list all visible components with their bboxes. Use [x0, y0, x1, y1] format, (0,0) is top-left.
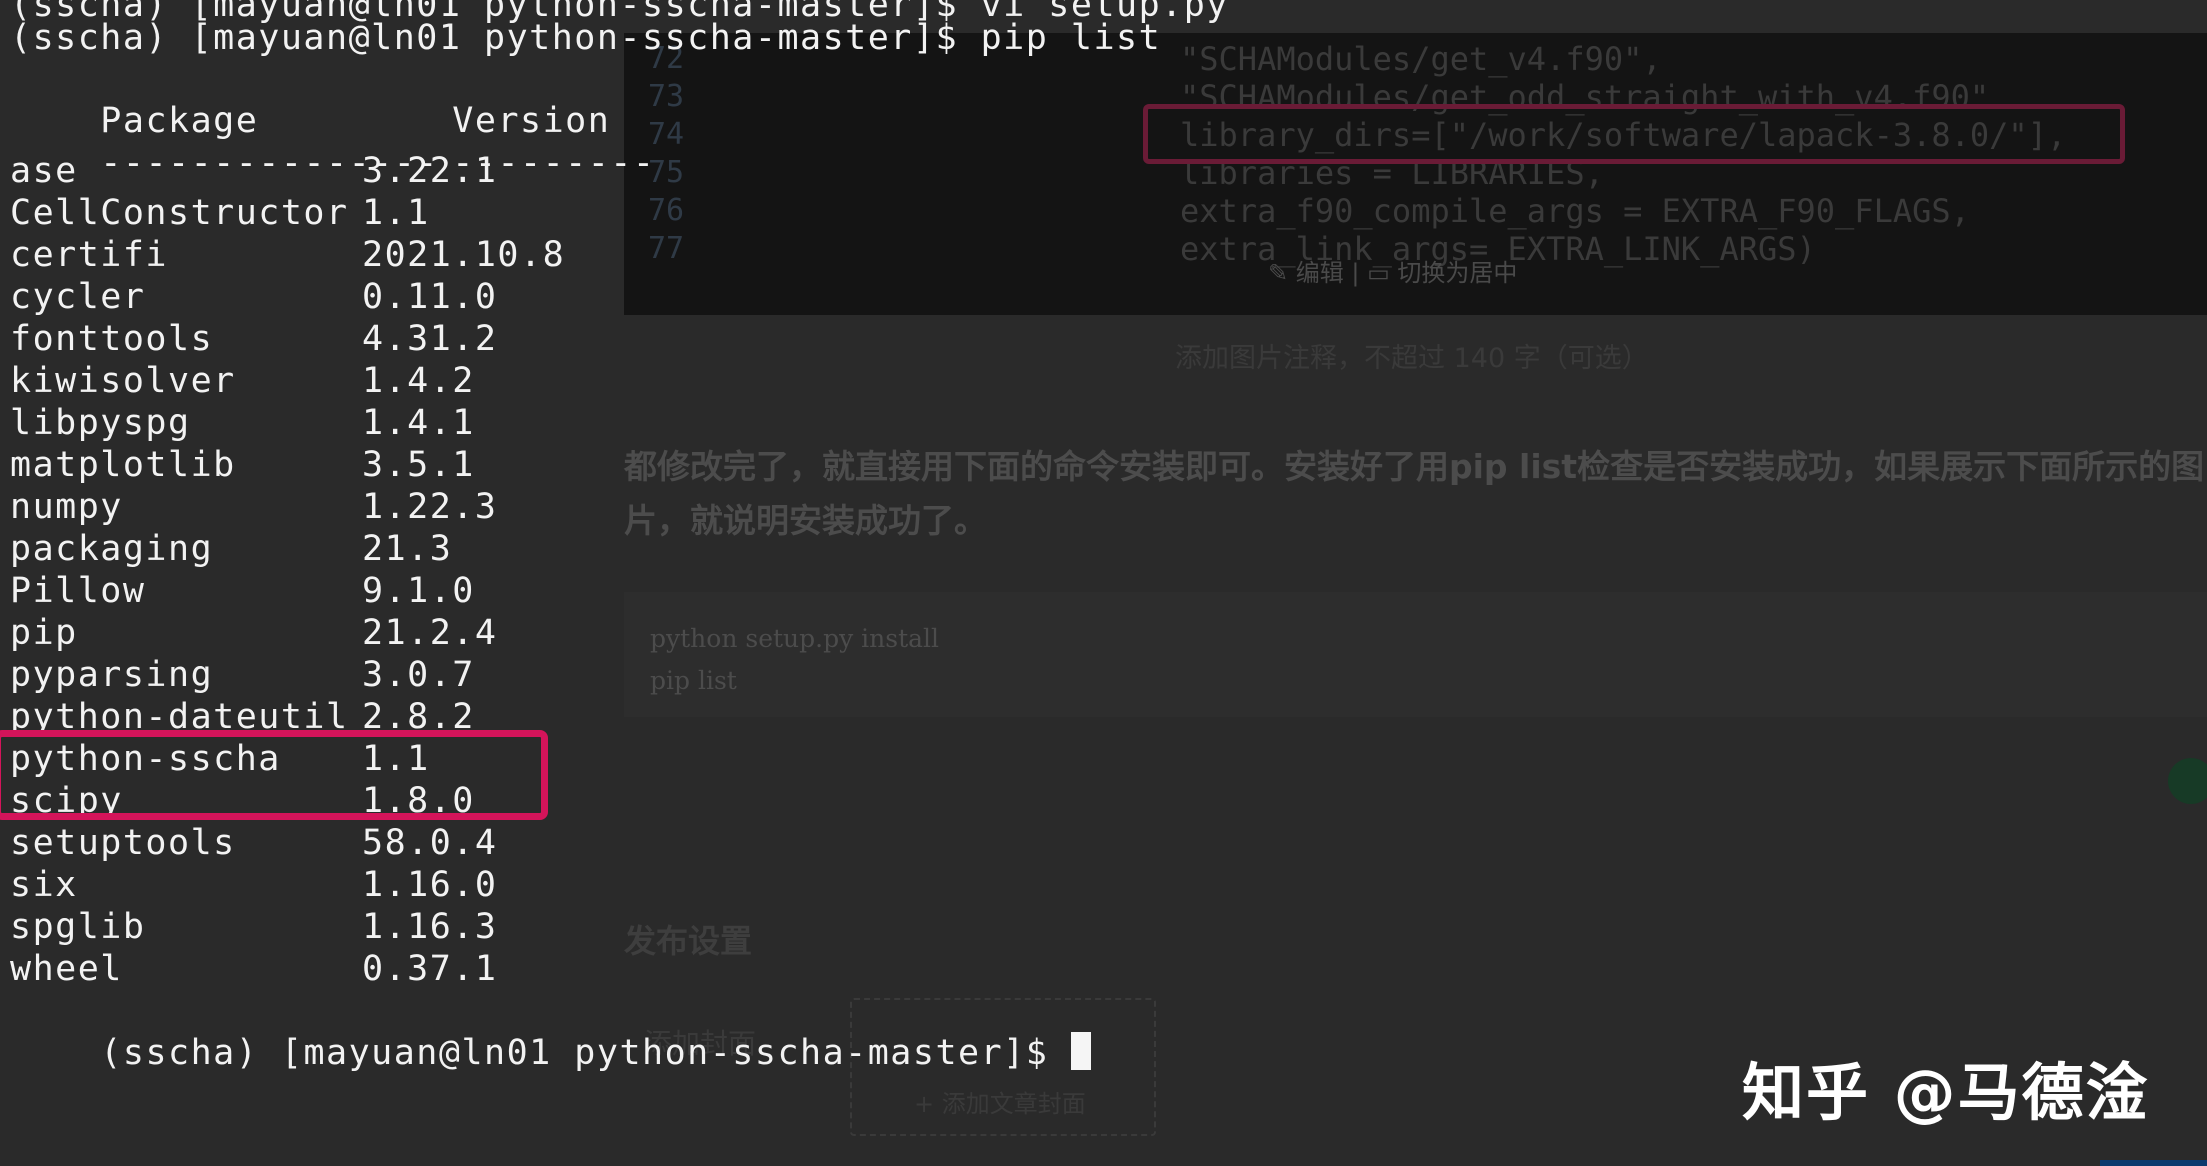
package-name: spglib [10, 907, 146, 947]
package-row: CellConstructor 1.1 [10, 192, 430, 234]
zhihu-watermark: 知乎 @马德淦 [1742, 1056, 2150, 1129]
package-name: libpyspg [10, 403, 191, 443]
package-version: 1.4.1 [362, 403, 475, 443]
edit-button[interactable]: 编辑 [1296, 259, 1344, 287]
package-row: wheel 0.37.1 [10, 948, 497, 990]
package-version: 3.22.1 [362, 151, 498, 191]
package-version: 2021.10.8 [362, 235, 566, 275]
package-name: kiwisolver [10, 361, 236, 401]
package-name: wheel [10, 949, 123, 989]
package-name: pyparsing [10, 655, 214, 695]
package-name: numpy [10, 487, 123, 527]
package-row: fonttools 4.31.2 [10, 318, 497, 360]
package-name: pip [10, 613, 78, 653]
package-version: 21.2.4 [362, 613, 498, 653]
center-icon[interactable]: ▭ [1367, 259, 1397, 287]
shell-prompt: (sscha) [mayuan@ln01 python-sscha-master… [100, 1033, 1071, 1073]
terminal-window[interactable]: (sscha) [mayuan@ln01 python-sscha-master… [0, 0, 1227, 1166]
package-row: pip 21.2.4 [10, 612, 497, 654]
package-version: 0.37.1 [362, 949, 498, 989]
package-row: pyparsing 3.0.7 [10, 654, 475, 696]
package-row: setuptools 58.0.4 [10, 822, 497, 864]
image-caption-input[interactable]: 添加图片注释，不超过 140 字（可选） [1175, 336, 1649, 375]
package-name: fonttools [10, 319, 214, 359]
package-name: cycler [10, 277, 146, 317]
package-version: 3.0.7 [362, 655, 475, 695]
package-name: CellConstructor [10, 193, 349, 233]
package-version: 9.1.0 [362, 571, 475, 611]
toggle-center-button[interactable]: 切换为居中 [1397, 259, 1517, 287]
package-version: 3.5.1 [362, 445, 475, 485]
package-row: kiwisolver 1.4.2 [10, 360, 475, 402]
package-name: matplotlib [10, 445, 236, 485]
package-version: 1.4.2 [362, 361, 475, 401]
package-version: 1.16.3 [362, 907, 498, 947]
package-row: cycler 0.11.0 [10, 276, 497, 318]
package-version: 21.3 [362, 529, 453, 569]
pip-list-command-line: (sscha) [mayuan@ln01 python-sscha-master… [10, 18, 1162, 58]
package-row: Pillow 9.1.0 [10, 570, 475, 612]
package-version: 1.16.0 [362, 865, 498, 905]
package-row: numpy 1.22.3 [10, 486, 497, 528]
code-highlight-box [1143, 104, 2125, 164]
package-row: spglib 1.16.3 [10, 906, 497, 948]
package-row: libpyspg 1.4.1 [10, 402, 475, 444]
bottom-right-bar [2100, 1160, 2207, 1166]
package-name: ase [10, 151, 78, 191]
assistant-circle-icon[interactable] [2168, 758, 2207, 804]
package-version: 0.11.0 [362, 277, 498, 317]
terminal-cursor [1070, 1032, 1091, 1070]
package-version: 1.1 [362, 193, 430, 233]
image-toolbar: ✎ 编辑 | ▭ 切换为居中 [1268, 259, 1518, 287]
package-version: 58.0.4 [362, 823, 498, 863]
package-name: packaging [10, 529, 214, 569]
package-name: certifi [10, 235, 169, 275]
package-row: certifi 2021.10.8 [10, 234, 565, 276]
package-row: matplotlib 3.5.1 [10, 444, 475, 486]
package-row: packaging 21.3 [10, 528, 452, 570]
python-sscha-highlight-box [0, 730, 548, 820]
package-row: six 1.16.0 [10, 864, 497, 906]
package-name: setuptools [10, 823, 236, 863]
package-name: Pillow [10, 571, 146, 611]
final-prompt-line[interactable]: (sscha) [mayuan@ln01 python-sscha-master… [10, 990, 1091, 1116]
package-version: 4.31.2 [362, 319, 498, 359]
edit-icon[interactable]: ✎ [1268, 259, 1296, 287]
package-version: 1.22.3 [362, 487, 498, 527]
package-name: six [10, 865, 78, 905]
package-row: ase 3.22.1 [10, 150, 497, 192]
